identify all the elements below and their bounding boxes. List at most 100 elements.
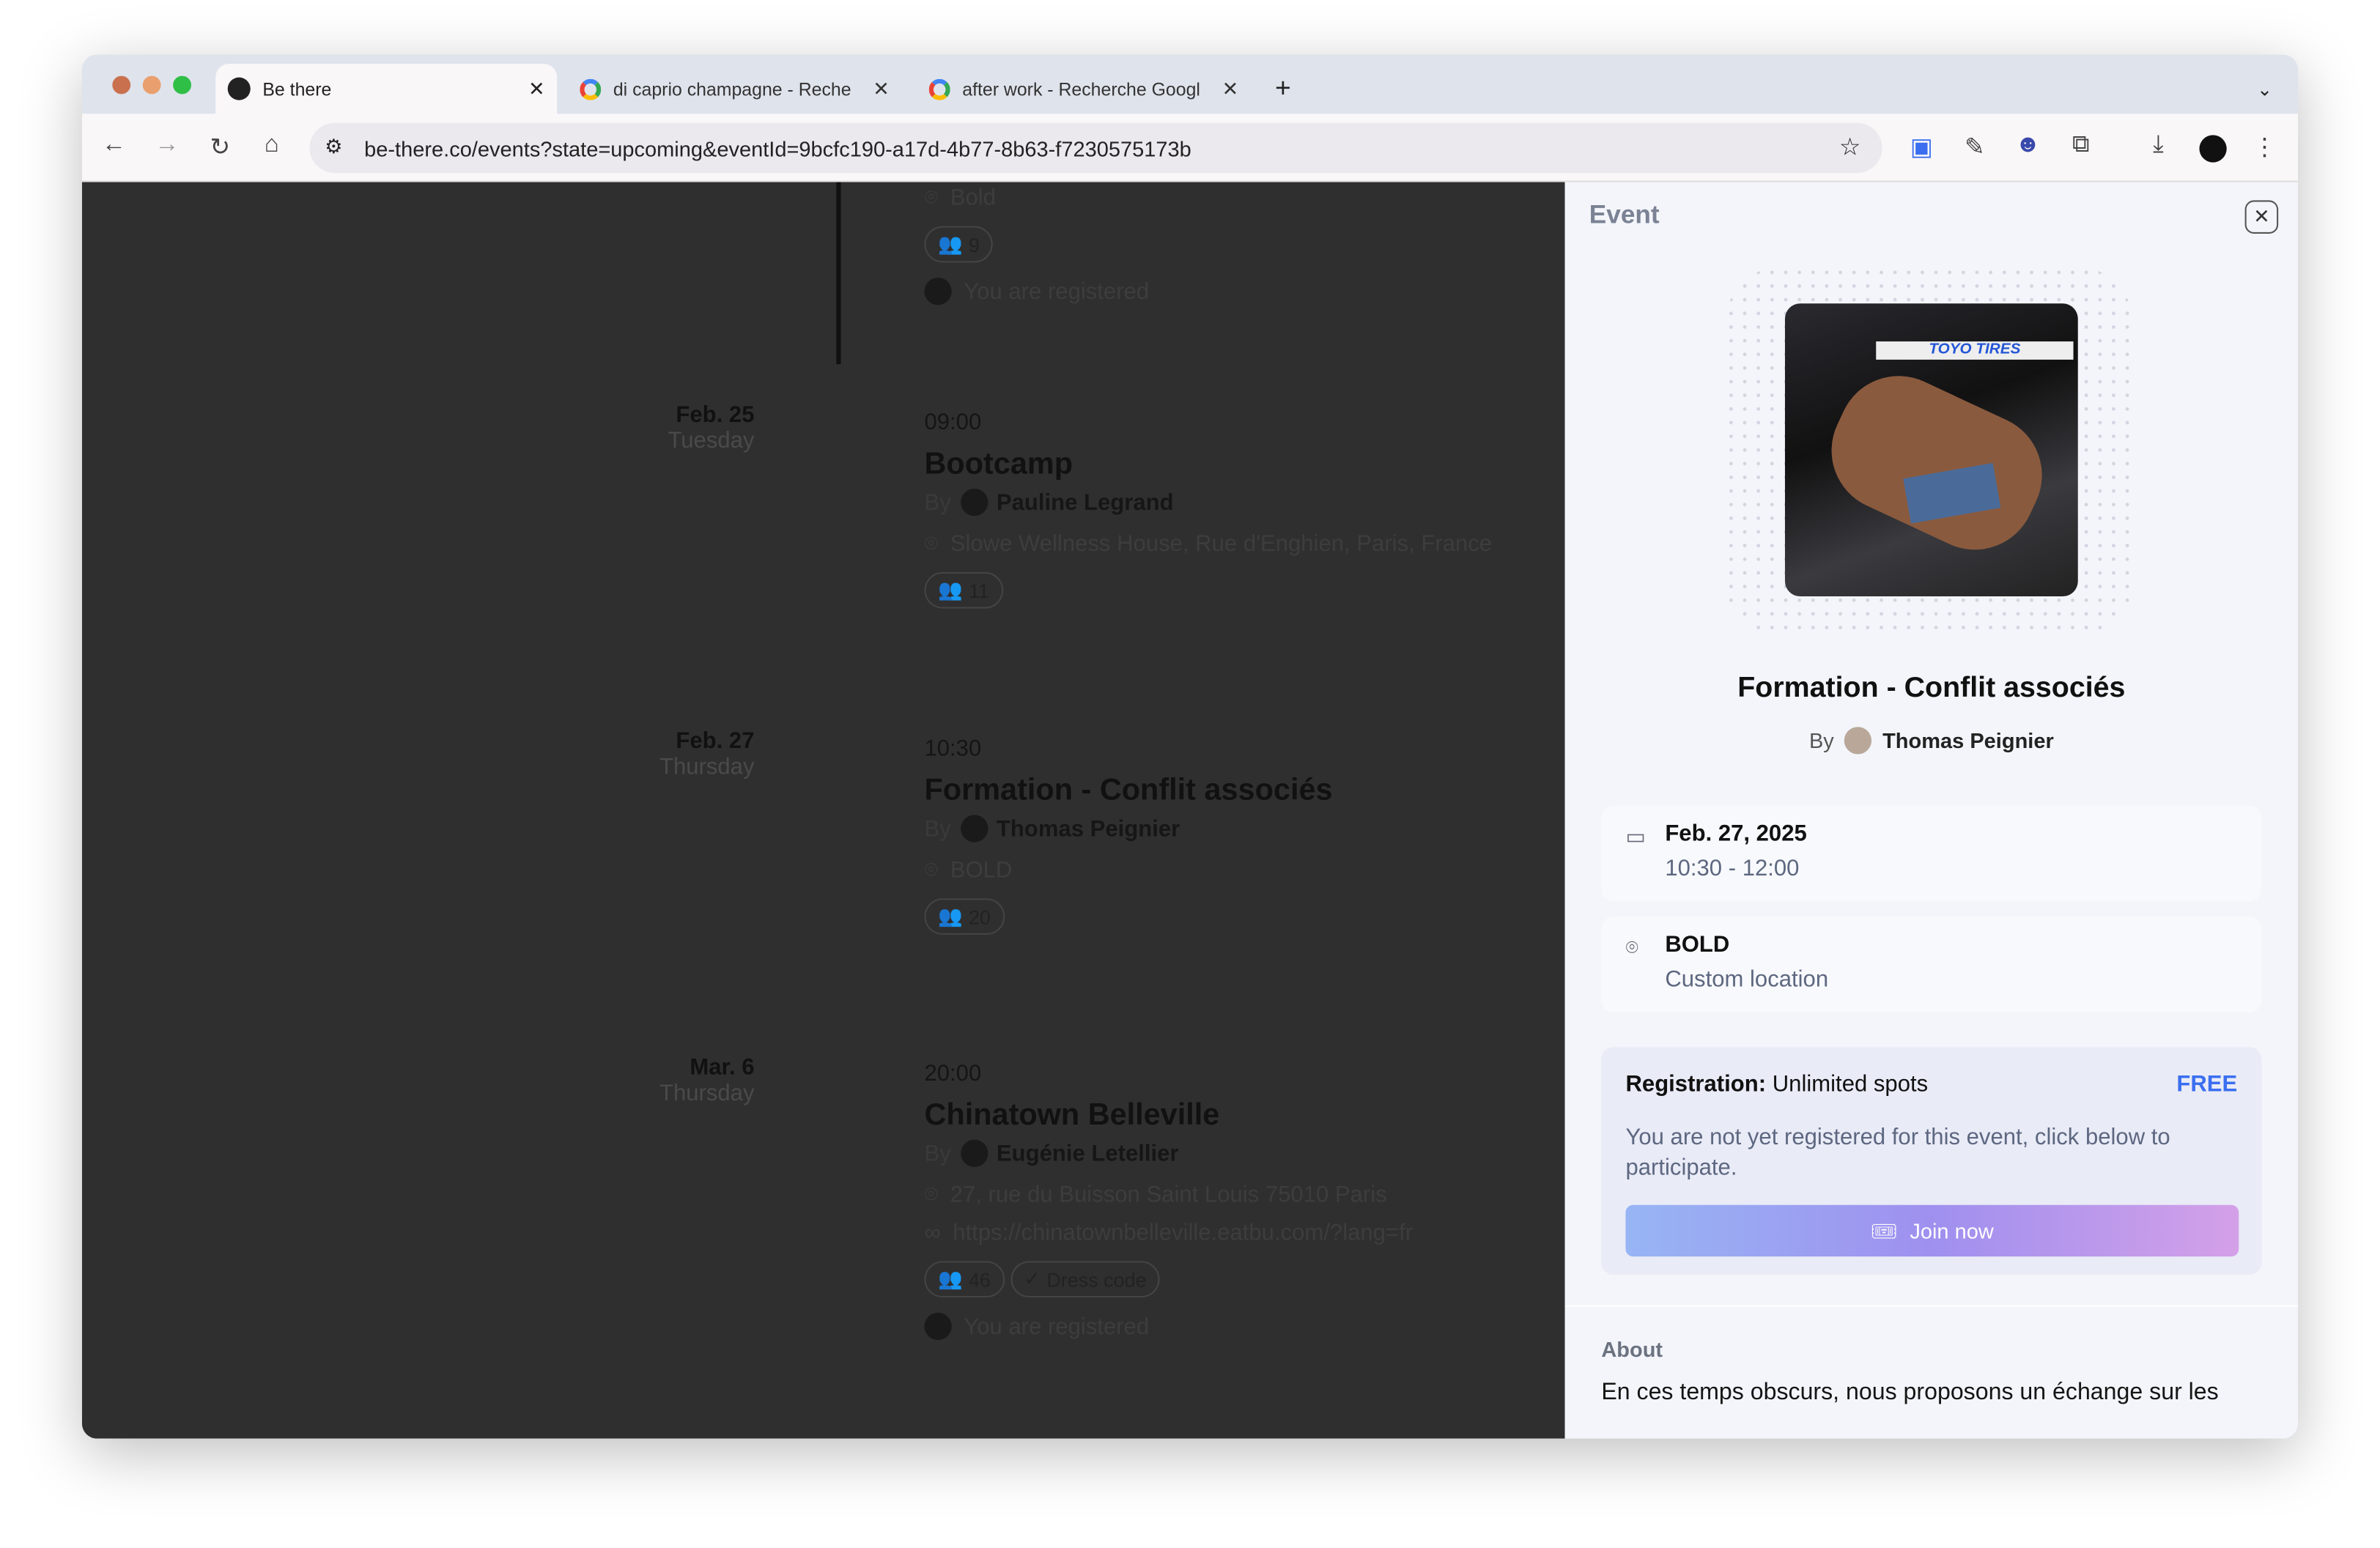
- tab-search-chevron-icon[interactable]: ⌄: [2245, 64, 2285, 114]
- attendees-chip: 👥 11: [924, 571, 1003, 609]
- link-icon: ∞: [924, 1220, 941, 1246]
- close-tab-icon[interactable]: ✕: [528, 77, 545, 101]
- tab-title: di caprio champagne - Reche: [613, 78, 851, 100]
- location-pin-icon: ⌾: [924, 185, 939, 211]
- close-window-button[interactable]: [112, 75, 131, 95]
- dress-code-chip: ✓ Dress code: [1010, 1261, 1161, 1298]
- event-item-partial[interactable]: ⌾ Bold 👥 9 You are registered: [924, 185, 1149, 305]
- event-time: 10:30: [924, 736, 982, 762]
- new-tab-button[interactable]: +: [1263, 64, 1303, 114]
- browser-window: Be there ✕ di caprio champagne - Reche ✕…: [81, 54, 2299, 1439]
- maximize-window-button[interactable]: [173, 75, 191, 95]
- eyedropper-extension-icon[interactable]: ✎: [1959, 132, 1989, 162]
- tab-after-work[interactable]: after work - Recherche Googl ✕: [917, 64, 1251, 114]
- event-organizer: By Thomas Peignier: [924, 815, 1180, 842]
- event-date: Feb. 27 Thursday: [659, 728, 755, 780]
- avatar: [924, 1312, 952, 1341]
- event-detail-panel: Event ✕ TOYO TIRES Formation - Conflit a…: [1564, 182, 2299, 1439]
- event-title[interactable]: Bootcamp: [924, 448, 1492, 483]
- panel-header: Event: [1589, 200, 1660, 229]
- event-time: 20:00: [924, 1060, 982, 1087]
- check-icon: ✓: [1024, 1267, 1041, 1290]
- registration-notice: You are not yet registered for this even…: [1625, 1124, 2170, 1181]
- ticket-icon: 🎟: [1870, 1218, 1898, 1243]
- close-tab-icon[interactable]: ✕: [873, 77, 890, 101]
- forward-icon[interactable]: →: [152, 132, 182, 159]
- tab-di-caprio[interactable]: di caprio champagne - Reche ✕: [568, 64, 902, 114]
- event-title: Formation - Conflit associés: [1737, 672, 2126, 705]
- registered-status: You are registered: [924, 1312, 1413, 1341]
- registered-status: You are registered: [924, 278, 1149, 305]
- home-icon[interactable]: ⌂: [256, 132, 287, 159]
- timeline-line: [836, 182, 841, 365]
- event-item[interactable]: 20:00 Chinatown Belleville By Eugénie Let…: [924, 1060, 1413, 1341]
- registration-card: Registration: Unlimited spots FREE You a…: [1601, 1047, 2262, 1275]
- avatar: [924, 278, 952, 305]
- event-date: Feb. 25 Tuesday: [668, 401, 755, 454]
- banner-text: TOYO TIRES: [1876, 341, 2074, 360]
- attendees-chip: 👥 20: [924, 898, 1005, 935]
- date-card: ▭ Feb. 27, 2025 10:30 - 12:00: [1601, 805, 2262, 902]
- event-organizer: By Thomas Peignier: [1565, 727, 2298, 755]
- event-organizer: By Pauline Legrand: [924, 488, 1174, 516]
- screen-capture-extension-icon[interactable]: ▣: [1907, 132, 1937, 162]
- attendees-chip: 👥 46: [924, 1261, 1005, 1298]
- toolbar: ← → ↻ ⌂ ⚙ be-there.co/events?state=upcom…: [81, 114, 2299, 182]
- organizer-avatar: [1844, 727, 1872, 755]
- google-icon: [580, 78, 602, 100]
- avatar: [960, 1139, 988, 1167]
- fighter-figure: [1811, 356, 2062, 570]
- people-icon: 👥: [938, 232, 963, 255]
- download-icon[interactable]: ⤓: [2143, 132, 2173, 159]
- google-icon: [928, 78, 950, 100]
- reload-icon[interactable]: ↻: [205, 132, 235, 162]
- tab-be-there[interactable]: Be there ✕: [215, 63, 558, 114]
- url-text: be-there.co/events?state=upcoming&eventI…: [364, 136, 1191, 160]
- event-location: ⌾ BOLD: [924, 857, 1013, 884]
- divider: [1564, 1305, 2299, 1307]
- event-location: ⌾ 27, rue du Buisson Saint Louis 75010 Pa…: [924, 1182, 1387, 1208]
- minimize-window-button[interactable]: [142, 75, 161, 95]
- menu-kebab-icon[interactable]: ⋮: [2250, 132, 2280, 162]
- events-list-overlay[interactable]: ⌾ Bold 👥 9 You are registered Feb. 25 Tuesd…: [81, 182, 1565, 1439]
- avatar: [960, 488, 988, 516]
- about-heading: About: [1601, 1336, 1663, 1362]
- event-title[interactable]: Chinatown Belleville: [924, 1099, 1413, 1134]
- event-item[interactable]: 09:00 Bootcamp By Pauline Legrand ⌾ Slowe …: [924, 410, 1493, 609]
- bookmark-star-icon[interactable]: ☆: [1839, 132, 1861, 162]
- location-pin-icon: ⌾: [924, 857, 939, 884]
- attendees-chip: 👥 9: [924, 226, 994, 263]
- avatar: [960, 815, 988, 842]
- address-bar[interactable]: ⚙ be-there.co/events?state=upcoming&even…: [309, 122, 1882, 174]
- calendar-icon: ▭: [1625, 823, 1646, 848]
- close-panel-button[interactable]: ✕: [2244, 200, 2279, 234]
- event-link[interactable]: ∞ https://chinatownbelleville.eatbu.com/?…: [924, 1220, 1413, 1245]
- people-icon: 👥: [938, 578, 963, 601]
- tab-title: Be there: [262, 78, 332, 100]
- price-badge: FREE: [2176, 1071, 2238, 1097]
- event-date: Mar. 6 Thursday: [659, 1054, 755, 1107]
- people-icon: 👥: [938, 1267, 963, 1290]
- back-icon[interactable]: ←: [99, 132, 129, 159]
- join-now-button[interactable]: 🎟 Join now: [1625, 1204, 2239, 1257]
- site-settings-icon[interactable]: ⚙: [325, 135, 342, 159]
- extension-icon[interactable]: ☻: [2013, 132, 2043, 159]
- location-card: ⌾ BOLD Custom location: [1601, 916, 2262, 1012]
- page-content: ⌾ Bold 👥 9 You are registered Feb. 25 Tuesd…: [81, 182, 2299, 1439]
- event-location: ⌾ Bold: [924, 185, 996, 211]
- event-cover-image: TOYO TIRES: [1784, 303, 2078, 597]
- event-organizer: By Eugénie Letellier: [924, 1139, 1179, 1167]
- tab-bar: Be there ✕ di caprio champagne - Reche ✕…: [81, 54, 2299, 114]
- tab-title: after work - Recherche Googl: [962, 78, 1200, 100]
- be-there-logo-icon: [227, 77, 251, 100]
- location-pin-icon: ⌾: [1625, 934, 1638, 960]
- event-time: 09:00: [924, 410, 982, 436]
- location-pin-icon: ⌾: [924, 530, 939, 558]
- event-item[interactable]: 10:30 Formation - Conflit associés By Tho…: [924, 736, 1333, 935]
- location-pin-icon: ⌾: [924, 1182, 939, 1208]
- profile-avatar[interactable]: [2199, 135, 2227, 163]
- extensions-puzzle-icon[interactable]: ⧉: [2066, 132, 2096, 159]
- event-title[interactable]: Formation - Conflit associés: [924, 774, 1332, 809]
- close-tab-icon[interactable]: ✕: [1222, 77, 1239, 101]
- event-location: ⌾ Slowe Wellness House, Rue d'Enghien, Pa…: [924, 530, 1493, 558]
